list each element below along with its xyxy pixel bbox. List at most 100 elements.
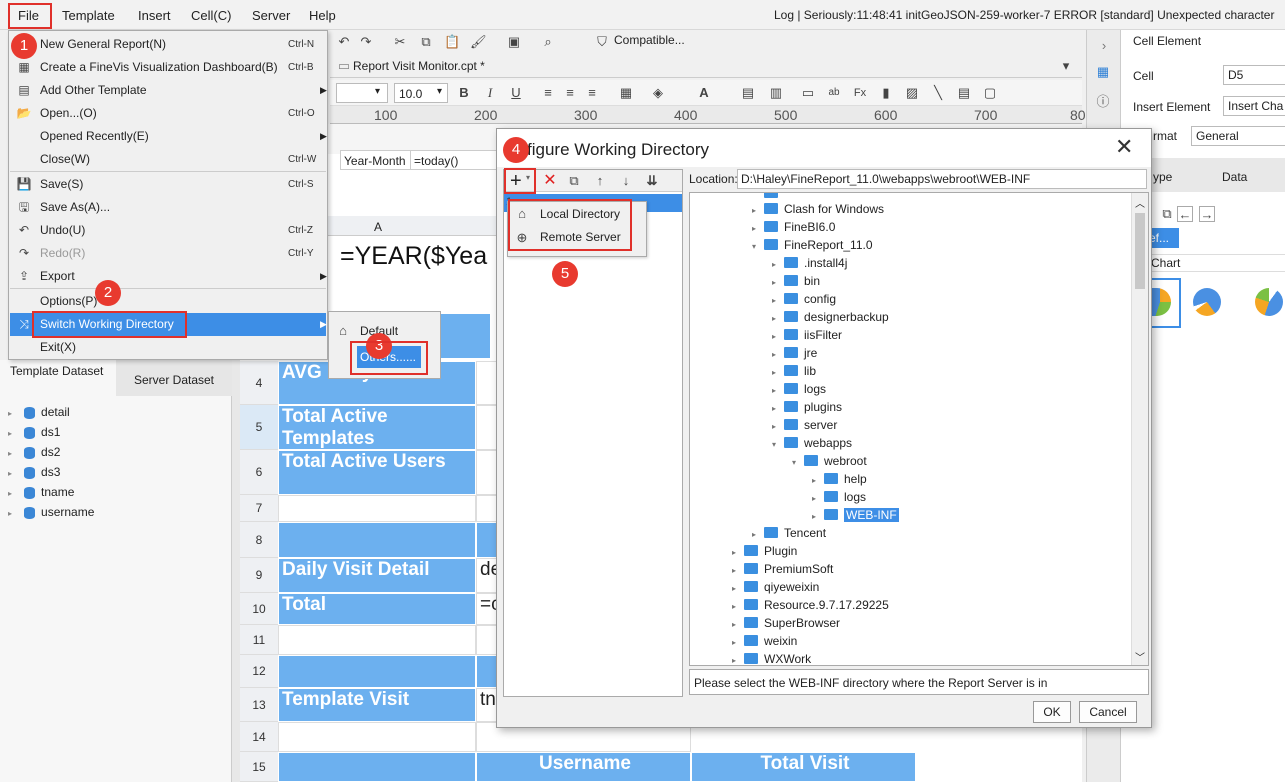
sheet-cell[interactable]: Template Visit (278, 688, 476, 722)
row-header[interactable]: 7 (240, 495, 278, 522)
cell-year-formula[interactable]: =YEAR($Yea (340, 242, 487, 271)
menu-template[interactable]: Template (62, 8, 115, 23)
chart-icon[interactable]: ▮ (878, 85, 894, 101)
copy-icon[interactable]: ⧉ (566, 173, 582, 189)
expand-icon[interactable]: ▸ (8, 449, 12, 458)
tab-data[interactable]: Data (1222, 170, 1247, 184)
cell-element-icon[interactable]: ▦ (1095, 64, 1111, 80)
pie-chart-icon[interactable] (1193, 288, 1221, 316)
tree-node[interactable]: ▸ FineBI6.0 (752, 218, 835, 236)
file-menu-item[interactable]: Close(W) Ctrl-W (10, 148, 326, 171)
expand-icon[interactable]: ▸ (8, 409, 12, 418)
row-header[interactable]: 15 (240, 752, 278, 782)
insert-cell-icon[interactable]: ▭ (800, 85, 816, 101)
row-header[interactable]: 8 (240, 522, 278, 558)
text-icon[interactable]: ab (826, 85, 842, 101)
scroll-down-icon[interactable]: ﹀ (1135, 649, 1145, 664)
fill-color-icon[interactable]: ◈ (650, 85, 666, 101)
sheet-cell[interactable] (278, 522, 476, 558)
font-color-icon[interactable]: A (696, 85, 712, 101)
menu-cell[interactable]: Cell(C) (191, 8, 231, 23)
expand-icon[interactable]: ▸ (8, 469, 12, 478)
pie-chart-icon[interactable] (1255, 288, 1283, 316)
align-right-icon[interactable]: ≡ (584, 85, 600, 101)
arrow-left-icon[interactable]: ← (1177, 206, 1193, 222)
collapse-icon[interactable]: ▾ (772, 436, 784, 454)
sheet-cell[interactable] (278, 722, 476, 752)
tree-node[interactable]: ▸ bin (772, 272, 820, 290)
tree-node[interactable]: ▸ lib (772, 362, 816, 380)
menu-insert[interactable]: Insert (138, 8, 171, 23)
cut-icon[interactable]: ✂ (392, 34, 408, 50)
file-menu-item[interactable]: 📂 Open...(O) Ctrl-O (10, 102, 326, 125)
tab-type[interactable]: ype (1153, 170, 1172, 184)
tree-node[interactable]: ▸ weixin (732, 632, 797, 650)
tree-node[interactable]: ▸ Clash for Windows (752, 200, 884, 218)
location-field[interactable]: D:\Haley\FineReport_11.0\webapps\webroot… (737, 169, 1147, 189)
ok-button[interactable]: OK (1033, 701, 1071, 723)
dataset-item[interactable]: ▸ detail (8, 405, 70, 419)
compatible-button[interactable]: Compatible... (614, 33, 685, 47)
file-menu-item[interactable]: Opened Recently(E) ▶ (10, 125, 327, 148)
undo-icon[interactable]: ↶ (336, 34, 352, 50)
tree-node[interactable]: ▸ iisFilter (772, 326, 842, 344)
underline-icon[interactable]: U (508, 85, 524, 101)
file-menu-item[interactable]: ▤ Add Other Template ▶ (10, 79, 327, 102)
sheet-cell[interactable]: Total (278, 593, 476, 625)
chart-category[interactable]: Chart (1147, 254, 1285, 272)
merge-icon[interactable]: ▤ (740, 85, 756, 101)
format-painter-icon[interactable]: 🖌 (470, 34, 487, 50)
collapse-icon[interactable]: ▾ (792, 454, 804, 472)
tree-node[interactable]: ▸ PremiumSoft (732, 560, 833, 578)
tree-node[interactable]: ▾ webapps (772, 434, 852, 452)
file-menu-item[interactable]: ▦ Create a FineVis Visualization Dashboar… (10, 56, 326, 79)
tree-node[interactable]: ▾ webroot (792, 452, 867, 470)
tree-node[interactable]: ▸ server (772, 416, 837, 434)
file-menu-item[interactable]: ↷ Redo(R) Ctrl-Y (10, 242, 326, 265)
sheet-cell[interactable]: Username (476, 752, 691, 782)
dataset-item[interactable]: ▸ username (8, 505, 94, 519)
border-icon[interactable]: ▦ (618, 85, 634, 101)
row-header[interactable]: 4 (240, 361, 278, 405)
row-header[interactable]: 5 (240, 405, 278, 450)
close-icon[interactable]: ✕ (1115, 134, 1133, 160)
sheet-cell[interactable]: Total Visit (691, 752, 916, 782)
move-up-icon[interactable]: ↑ (592, 173, 608, 189)
sheet-cell[interactable] (278, 655, 476, 688)
tab-server-dataset[interactable]: Server Dataset (116, 360, 232, 396)
formula-icon[interactable]: Fx (852, 85, 868, 101)
preview-icon[interactable]: ▣ (506, 34, 522, 50)
log-message[interactable]: Log | Seriously:11:48:41 initGeoJSON-259… (774, 8, 1285, 22)
row-header[interactable]: 6 (240, 450, 278, 495)
sheet-cell[interactable] (278, 625, 476, 655)
bold-icon[interactable]: B (456, 85, 472, 101)
tree-node[interactable]: ▸ Resource.9.7.17.29225 (732, 596, 889, 614)
tree-node[interactable]: ▸ Plugin (732, 542, 797, 560)
sheet-cell[interactable] (278, 495, 476, 522)
split-icon[interactable]: ▥ (768, 85, 784, 101)
format-select[interactable]: General (1191, 126, 1285, 146)
directory-tree[interactable]: ︿ ﹀ ▸ Clash for Windows ▸ FineBI6.0 ▾ FineRep… (689, 192, 1149, 666)
collapse-icon[interactable]: ▾ (752, 238, 764, 256)
sheet-cell[interactable] (278, 752, 476, 782)
file-menu-item[interactable]: Exit(X) (10, 336, 326, 359)
tab-template-dataset[interactable]: Template Dataset (10, 363, 110, 380)
tree-node[interactable]: ▸ SuperBrowser (732, 614, 840, 632)
tree-node[interactable]: ▸ WEB-INF (812, 506, 899, 524)
cell-input[interactable]: D5 (1223, 65, 1285, 85)
font-name-select[interactable]: ▾ (336, 83, 388, 103)
sheet-cell[interactable]: Daily Visit Detail (278, 558, 476, 593)
splitter[interactable] (232, 360, 240, 782)
cell-attribute-icon[interactable]: ⓘ (1095, 94, 1111, 110)
dataset-item[interactable]: ▸ tname (8, 485, 74, 499)
font-size-select[interactable]: 10.0 ▾ (394, 83, 448, 103)
row-header[interactable]: 14 (240, 722, 278, 752)
tab-menu-icon[interactable]: ▾ (1058, 58, 1074, 74)
expand-icon[interactable]: ▸ (8, 489, 12, 498)
align-center-icon[interactable]: ≡ (562, 85, 578, 101)
tree-node[interactable]: ▸ Tencent (752, 524, 826, 542)
redo-icon[interactable]: ↷ (358, 34, 374, 50)
tree-node[interactable]: ▸ config (772, 290, 836, 308)
expand-icon[interactable]: ▸ (8, 429, 12, 438)
tree-node[interactable]: ▸ help (812, 470, 867, 488)
